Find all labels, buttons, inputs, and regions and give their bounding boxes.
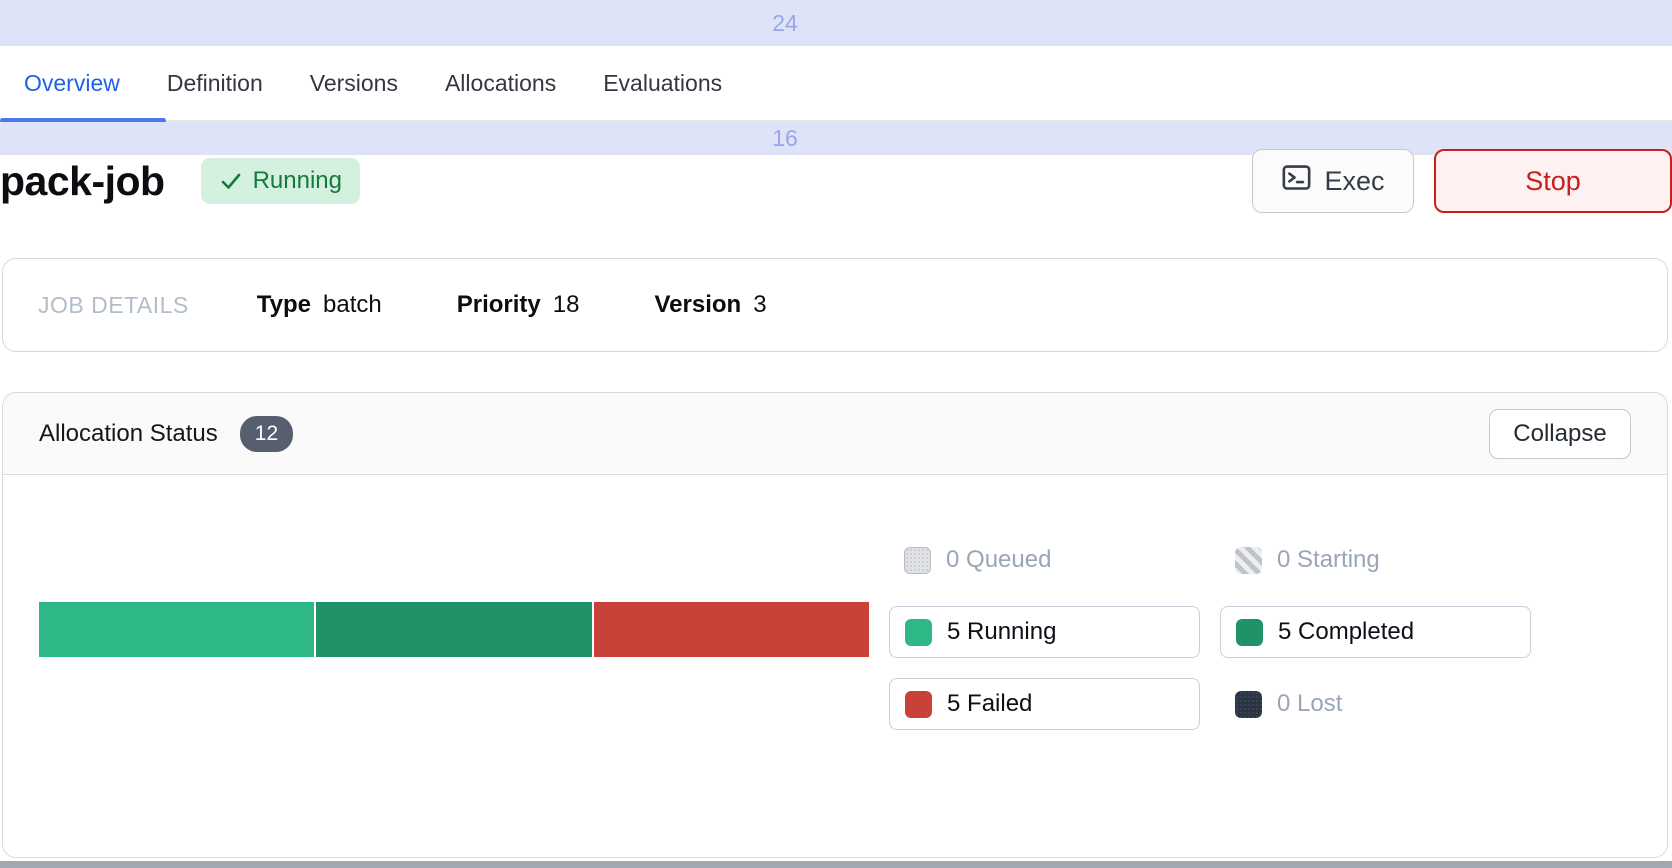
page-header: pack-job Running Exec xyxy=(0,148,1672,214)
bar-segment-failed[interactable] xyxy=(594,602,869,657)
detail-version-label: Version xyxy=(654,291,741,319)
collapse-button[interactable]: Collapse xyxy=(1489,409,1631,459)
terminal-icon xyxy=(1281,162,1312,200)
legend-text-running: 5 Running xyxy=(947,618,1056,646)
detail-priority-value: 18 xyxy=(553,291,580,319)
allocation-status-title: Allocation Status xyxy=(39,420,218,448)
legend-item-running[interactable]: 5 Running xyxy=(889,606,1200,658)
detail-priority-label: Priority xyxy=(457,291,541,319)
allocation-status-body: 0 Queued 0 Starting 5 Running 5 Complete… xyxy=(3,475,1667,857)
detail-type-value: batch xyxy=(323,291,382,319)
header-actions: Exec Stop xyxy=(1252,149,1672,213)
allocation-count-badge: 12 xyxy=(240,416,293,452)
legend-text-completed: 5 Completed xyxy=(1278,618,1414,646)
running-swatch-icon xyxy=(905,619,932,646)
legend-item-failed[interactable]: 5 Failed xyxy=(889,678,1200,730)
legend-item-lost: 0 Lost xyxy=(1220,678,1531,730)
allocation-status-header: Allocation Status 12 Collapse xyxy=(3,393,1667,475)
status-badge-label: Running xyxy=(253,167,342,195)
job-overview-page: 24 Overview Definition Versions Allocati… xyxy=(0,0,1672,868)
allocation-stacked-bar xyxy=(39,602,869,657)
detail-version-value: 3 xyxy=(753,291,766,319)
lost-swatch-icon xyxy=(1235,691,1262,718)
tab-evaluations[interactable]: Evaluations xyxy=(603,70,722,97)
job-details-heading: JOB DETAILS xyxy=(38,292,189,319)
detail-type: Type batch xyxy=(257,291,382,319)
detail-version: Version 3 xyxy=(654,291,766,319)
detail-type-label: Type xyxy=(257,291,311,319)
tab-overview[interactable]: Overview xyxy=(24,70,120,97)
tab-allocations[interactable]: Allocations xyxy=(445,70,556,97)
tab-versions[interactable]: Versions xyxy=(310,70,398,97)
allocation-status-card: Allocation Status 12 Collapse 0 Queued 0… xyxy=(2,392,1668,858)
starting-swatch-icon xyxy=(1235,547,1262,574)
detail-priority: Priority 18 xyxy=(457,291,580,319)
status-badge: Running xyxy=(201,158,360,204)
stop-button-label: Stop xyxy=(1525,166,1581,197)
legend-text-lost: 0 Lost xyxy=(1277,690,1342,718)
bar-segment-completed[interactable] xyxy=(316,602,591,657)
check-icon xyxy=(219,169,243,193)
spacing-meter-top: 24 xyxy=(0,0,1672,46)
job-title: pack-job xyxy=(0,158,165,205)
failed-swatch-icon xyxy=(905,691,932,718)
legend-item-starting: 0 Starting xyxy=(1220,534,1531,586)
legend-text-queued: 0 Queued xyxy=(946,546,1051,574)
exec-button-label: Exec xyxy=(1324,166,1384,197)
stop-button[interactable]: Stop xyxy=(1434,149,1672,213)
allocation-legend: 0 Queued 0 Starting 5 Running 5 Complete… xyxy=(889,534,1531,730)
job-tabbar: Overview Definition Versions Allocations… xyxy=(0,46,1672,122)
spacing-meter-top-value: 24 xyxy=(0,10,1570,37)
legend-item-completed[interactable]: 5 Completed xyxy=(1220,606,1531,658)
job-details-card: JOB DETAILS Type batch Priority 18 Versi… xyxy=(2,258,1668,352)
legend-text-starting: 0 Starting xyxy=(1277,546,1380,574)
bar-segment-running[interactable] xyxy=(39,602,314,657)
completed-swatch-icon xyxy=(1236,619,1263,646)
exec-button[interactable]: Exec xyxy=(1252,149,1414,213)
queued-swatch-icon xyxy=(904,547,931,574)
legend-text-failed: 5 Failed xyxy=(947,690,1032,718)
legend-item-queued: 0 Queued xyxy=(889,534,1200,586)
tab-definition[interactable]: Definition xyxy=(167,70,263,97)
next-section-edge xyxy=(0,861,1672,868)
